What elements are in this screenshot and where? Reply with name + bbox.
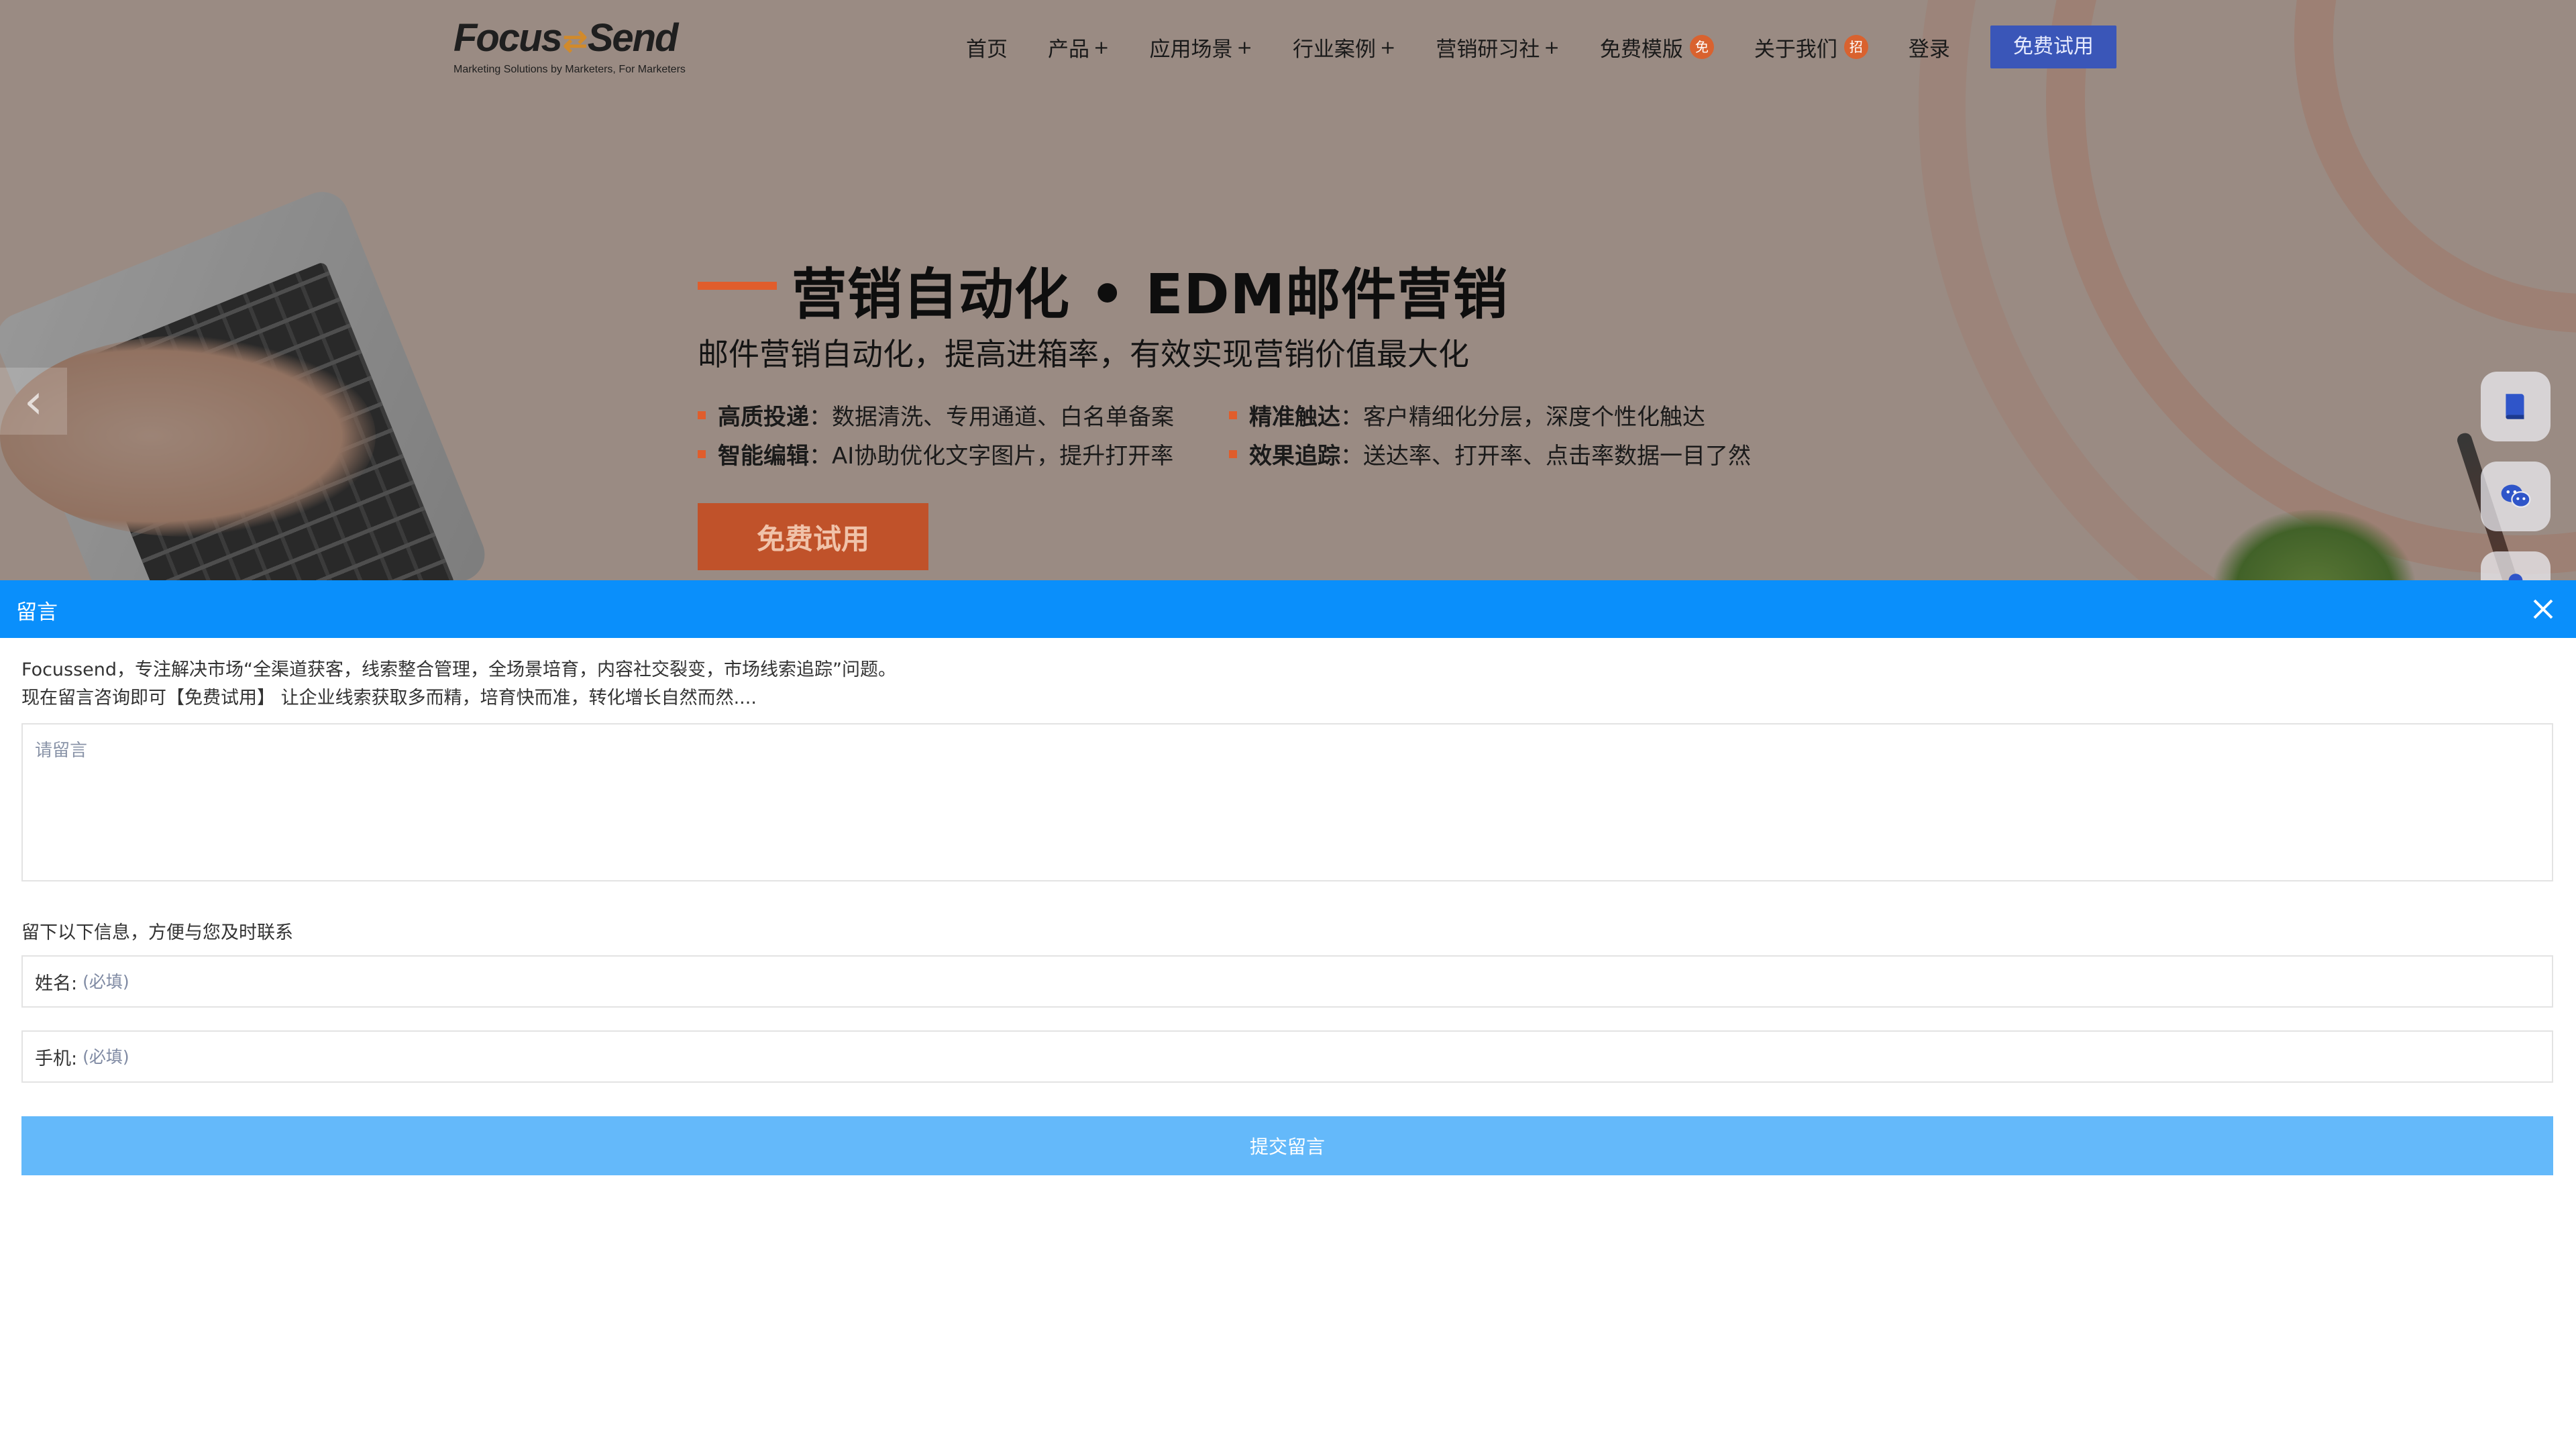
nav-label: 登录 <box>1908 37 1950 62</box>
free-trial-button[interactable]: 免费试用 <box>1990 25 2116 68</box>
bullet-icon <box>698 449 706 458</box>
logo-text-left: Focus <box>453 16 563 60</box>
feature-text: ：AI协助优化文字图片，提升打开率 <box>809 443 1174 470</box>
submit-message-button[interactable]: 提交留言 <box>21 1116 2553 1175</box>
wechat-icon <box>2501 484 2531 508</box>
nav-label: 免费模版 <box>1599 37 1683 62</box>
contact-info-label: 留下以下信息，方便与您及时联系 <box>21 922 293 943</box>
feature-text: ：数据清洗、专用通道、白名单备案 <box>809 404 1174 431</box>
feature-item: 精准触达 ：客户精细化分层，深度个性化触达 <box>1229 398 1705 431</box>
nav-label: 营销研习社 <box>1436 37 1540 62</box>
message-panel-header: 留言 <box>0 580 2576 638</box>
logo[interactable]: Focus⇄Send Marketing Solutions by Market… <box>453 16 735 76</box>
nav-item-home[interactable]: 首页 <box>966 32 1008 62</box>
nav-item-cases[interactable]: 行业案例 + <box>1293 32 1395 62</box>
name-field-label: 姓名: <box>35 973 78 994</box>
hero-free-trial-button[interactable]: 免费试用 <box>698 503 928 570</box>
phone-field-label: 手机: <box>35 1048 78 1069</box>
logo-tagline: Marketing Solutions by Marketers, For Ma… <box>453 64 686 75</box>
nav-item-academy[interactable]: 营销研习社 + <box>1436 32 1559 62</box>
message-textarea[interactable] <box>21 723 2553 881</box>
nav-item-scenarios[interactable]: 应用场景 + <box>1149 32 1252 62</box>
hero-banner: ‹ Focus⇄Send Marketing Solutions by Mark… <box>0 0 2576 580</box>
main-nav: 首页 产品 + 应用场景 + 行业案例 + 营销研习社 + 免费模版免 关于我们招 登录… <box>966 25 2116 68</box>
intro-line: Focussend，专注解决市场“全渠道获客，线索整合管理，全场景培育，内容社交… <box>21 659 897 680</box>
feature-item: 智能编辑 ：AI协助优化文字图片，提升打开率 <box>698 437 1173 470</box>
plus-icon: + <box>1544 36 1560 58</box>
chevron-left-icon: ‹ <box>23 373 44 429</box>
nav-item-login[interactable]: 登录 <box>1909 32 1950 62</box>
nav-label: 关于我们 <box>1754 37 1837 62</box>
nav-label: 产品 <box>1048 37 1089 62</box>
phone-field[interactable]: 手机: <box>21 1030 2553 1083</box>
name-field[interactable]: 姓名: <box>21 955 2553 1008</box>
title-accent-bar <box>698 282 777 290</box>
name-input[interactable] <box>77 961 2552 1002</box>
book-icon <box>2506 394 2524 419</box>
nav-label: 行业案例 <box>1292 37 1376 62</box>
feature-name: 效果追踪 <box>1249 443 1340 470</box>
feature-name: 智能编辑 <box>718 443 809 470</box>
free-badge: 免 <box>1689 35 1714 59</box>
feature-text: ：客户精细化分层，深度个性化触达 <box>1340 404 1705 431</box>
nav-item-about[interactable]: 关于我们招 <box>1754 32 1868 62</box>
close-icon <box>2533 599 2553 619</box>
bullet-icon <box>1229 411 1237 419</box>
phone-input[interactable] <box>77 1036 2552 1077</box>
floating-wechat-button[interactable] <box>2481 462 2551 531</box>
feature-name: 高质投递 <box>718 404 809 431</box>
floating-book-button[interactable] <box>2481 372 2551 441</box>
logo-arrow-icon: ⇄ <box>562 25 588 58</box>
close-button[interactable] <box>2529 595 2557 623</box>
feature-name: 精准触达 <box>1249 404 1340 431</box>
nav-item-products[interactable]: 产品 + <box>1048 32 1109 62</box>
nav-label: 首页 <box>966 37 1008 62</box>
user-icon <box>2508 574 2523 580</box>
feature-item: 效果追踪 ：送达率、打开率、点击率数据一目了然 <box>1229 437 1751 470</box>
plus-icon: + <box>1093 36 1110 58</box>
plus-icon: + <box>1379 36 1396 58</box>
carousel-prev-button[interactable]: ‹ <box>0 368 67 435</box>
message-panel-title: 留言 <box>16 600 58 625</box>
nav-item-templates[interactable]: 免费模版免 <box>1600 32 1714 62</box>
nav-label: 应用场景 <box>1149 37 1233 62</box>
floating-user-button[interactable] <box>2481 551 2551 580</box>
bullet-icon <box>1229 449 1237 458</box>
logo-text-right: Send <box>587 16 679 60</box>
message-intro: Focussend，专注解决市场“全渠道获客，线索整合管理，全场景培育，内容社交… <box>21 656 896 712</box>
plus-icon: + <box>1236 36 1252 58</box>
hiring-badge: 招 <box>1843 35 1868 59</box>
feature-item: 高质投递 ：数据清洗、专用通道、白名单备案 <box>698 398 1174 431</box>
hero-title: 营销自动化 • EDM邮件营销 <box>792 263 1509 327</box>
intro-line: 现在留言咨询即可【免费试用】 让企业线索获取多而精，培育快而准，转化增长自然而然… <box>21 688 757 708</box>
hero-subtitle: 邮件营销自动化，提高进箱率，有效实现营销价值最大化 <box>698 336 1469 372</box>
bullet-icon <box>698 411 706 419</box>
feature-text: ：送达率、打开率、点击率数据一目了然 <box>1340 443 1751 470</box>
